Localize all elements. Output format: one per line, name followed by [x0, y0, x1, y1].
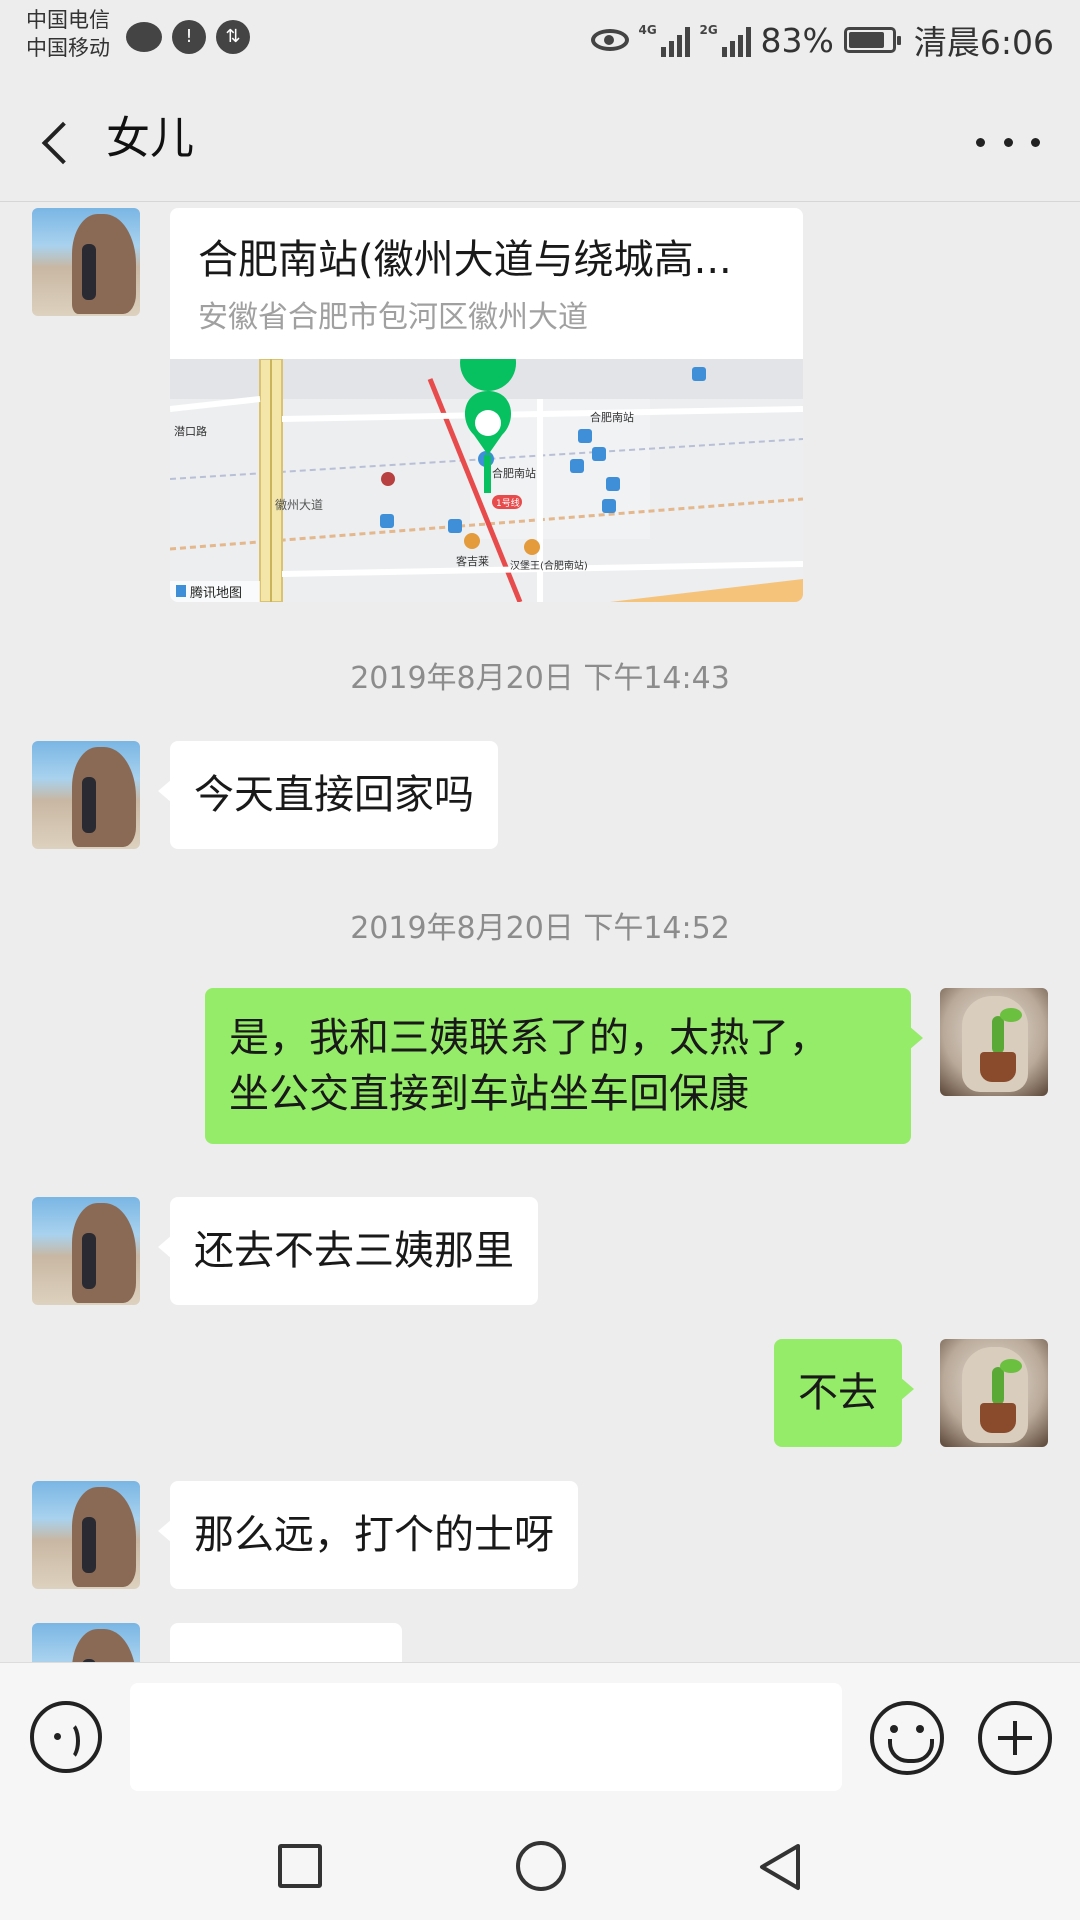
input-bar [0, 1662, 1080, 1814]
data-transfer-icon: ⇅ [216, 20, 250, 54]
message-bubble-partial[interactable] [158, 1623, 402, 1662]
message-bubble[interactable]: 那么远，打个的士呀 [158, 1481, 578, 1589]
message-bubble[interactable]: 今天直接回家吗 [158, 741, 498, 849]
eye-icon [590, 29, 629, 51]
system-indicators: 4G 2G 83% 清晨6:06 [590, 16, 1054, 64]
map-label: 汉堡王(合肥南站) [510, 559, 588, 572]
contact-avatar[interactable] [32, 208, 140, 316]
chat-header: 女儿 [0, 78, 1080, 202]
signal-icon: 4G [639, 23, 690, 57]
plus-icon[interactable] [978, 1701, 1052, 1775]
status-bar: 中国电信 中国移动 ! ⇅ 4G 2G 83% 清晨6:06 [0, 0, 1080, 78]
signal-icon: 2G [700, 23, 751, 57]
emoji-icon[interactable] [870, 1701, 944, 1775]
my-avatar[interactable] [940, 1339, 1048, 1447]
battery-level-fill [848, 32, 884, 48]
message-bubble[interactable]: 还去不去三姨那里 [158, 1197, 538, 1305]
network-type-2: 2G [699, 23, 718, 37]
message-bubble[interactable]: 不去 [774, 1339, 914, 1447]
location-title: 合肥南站(徽州大道与绕城高... [198, 237, 732, 283]
chevron-left-icon[interactable] [36, 114, 80, 170]
home-icon[interactable] [516, 1841, 566, 1891]
clock: 清晨6:06 [913, 23, 1054, 62]
chat-bubble-icon [126, 22, 162, 52]
contact-avatar[interactable] [32, 1481, 140, 1589]
map-label: 潜口路 [174, 424, 207, 438]
contact-avatar[interactable] [32, 1623, 140, 1662]
map-graphic: 潜口路 徽州大道 合肥南站 合肥南站 客吉莱 汉堡王(合肥南站) 1号线 腾讯地… [170, 359, 803, 602]
message-line: 坐公交直接到车站坐车回保康 [229, 1071, 749, 1117]
carrier-1: 中国电信 [26, 8, 110, 32]
cloud-alert-icon: ! [172, 20, 206, 54]
battery-icon [843, 27, 901, 53]
notification-icons: ! ⇅ [126, 20, 250, 54]
message-input[interactable] [130, 1683, 842, 1791]
my-avatar[interactable] [940, 988, 1048, 1096]
map-label: 客吉莱 [456, 554, 489, 568]
system-nav-bar [0, 1814, 1080, 1920]
message-line: 是，我和三姨联系了的，太热了， [229, 1015, 829, 1061]
location-map[interactable]: 潜口路 徽州大道 合肥南站 合肥南站 客吉莱 汉堡王(合肥南站) 1号线 腾讯地… [170, 359, 803, 602]
timestamp: 2019年8月20日 下午14:52 [350, 911, 730, 946]
contact-avatar[interactable] [32, 741, 140, 849]
voice-input-icon[interactable] [30, 1701, 102, 1773]
location-address: 安徽省合肥市包河区徽州大道 [198, 300, 588, 335]
carrier-2: 中国移动 [26, 36, 110, 60]
timestamp: 2019年8月20日 下午14:43 [350, 661, 730, 696]
chat-title: 女儿 [106, 113, 194, 164]
location-card[interactable]: 合肥南站(徽州大道与绕城高... 安徽省合肥市包河区徽州大道 潜口路 徽州大道 … [170, 208, 803, 602]
back-triangle-icon[interactable] [756, 1842, 804, 1892]
carrier-labels: 中国电信 中国移动 [26, 6, 110, 62]
message-list[interactable]: 合肥南站(徽州大道与绕城高... 安徽省合肥市包河区徽州大道 潜口路 徽州大道 … [0, 203, 1080, 1662]
map-label: 合肥南站 [590, 410, 634, 424]
map-label: 合肥南站 [492, 466, 536, 480]
network-type-1: 4G [638, 23, 657, 37]
contact-avatar[interactable] [32, 1197, 140, 1305]
map-provider: 腾讯地图 [190, 585, 242, 601]
map-label: 1号线 [496, 497, 520, 509]
map-label: 徽州大道 [275, 497, 323, 512]
more-dots-icon[interactable] [976, 122, 1040, 162]
recent-apps-icon[interactable] [278, 1844, 322, 1888]
battery-percent: 83% [760, 20, 834, 60]
message-bubble[interactable]: 是，我和三姨联系了的，太热了， 坐公交直接到车站坐车回保康 [205, 988, 923, 1144]
